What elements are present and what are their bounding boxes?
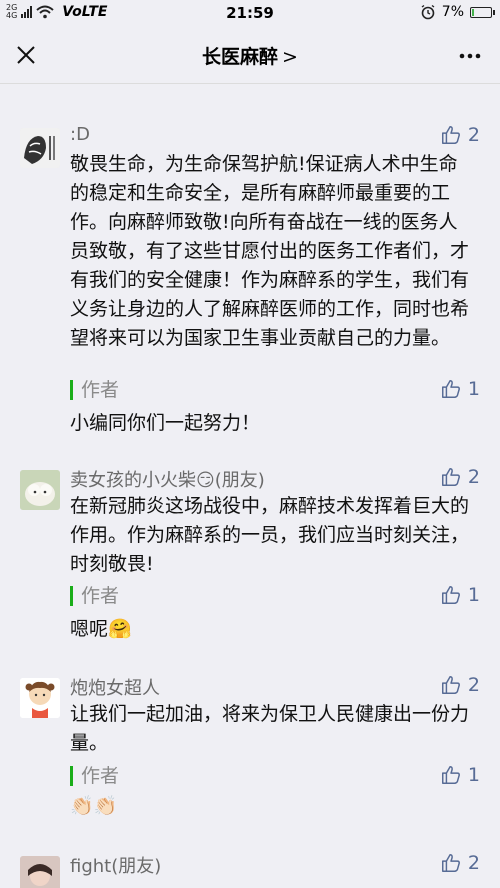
like-button[interactable]: 2 — [440, 674, 480, 696]
battery-icon — [470, 6, 495, 18]
like-button[interactable]: 2 — [440, 124, 480, 146]
author-reply-text: 👏🏻👏🏻 — [70, 795, 118, 817]
thumbs-up-icon — [441, 854, 460, 872]
battery-percent: 7% — [441, 4, 464, 20]
thumbs-up-icon — [441, 676, 460, 694]
comment-nickname[interactable]: 卖女孩的小火柴😏(朋友) — [70, 466, 265, 492]
thumbs-up-icon — [441, 380, 460, 398]
thumbs-up-icon — [441, 126, 460, 144]
author-reply-label: 作者 — [70, 380, 119, 400]
status-bar: 2G 4G VoLTE 21:59 7% — [0, 0, 500, 26]
reply-like-count: 1 — [467, 584, 480, 606]
battery-fill — [472, 8, 474, 16]
like-count: 2 — [467, 124, 480, 146]
like-count: 2 — [467, 674, 480, 696]
thumbs-up-icon — [441, 468, 460, 486]
nav-bar: 长医麻醉 > — [0, 26, 500, 84]
comment-nickname[interactable]: :D — [70, 124, 90, 145]
like-count: 2 — [467, 466, 480, 488]
like-button[interactable]: 2 — [440, 852, 480, 874]
comment-text: 敬畏生命，为生命保驾护航!保证病人术中生命的稳定和生命安全，是所有麻醉师最重要的… — [70, 153, 470, 349]
reply-like-count: 1 — [467, 764, 480, 786]
author-reply-text: 小编同你们一起努力！ — [70, 412, 261, 434]
author-reply-text: 嗯呢🤗 — [70, 618, 132, 640]
reply-like-button[interactable]: 1 — [440, 378, 480, 400]
author-reply-label: 作者 — [70, 766, 119, 786]
like-count: 2 — [467, 852, 480, 874]
avatar[interactable] — [20, 470, 60, 510]
reply-like-count: 1 — [467, 378, 480, 400]
reply-like-button[interactable]: 1 — [440, 764, 480, 786]
comment-text: 在新冠肺炎这场战役中，麻醉技术发挥着巨大的作用。作为麻醉系的一员，我们应当时刻关… — [70, 495, 470, 575]
like-button[interactable]: 2 — [440, 466, 480, 488]
avatar[interactable] — [20, 128, 60, 168]
avatar[interactable] — [20, 678, 60, 718]
page-title[interactable]: 长医麻醉 > — [0, 42, 500, 69]
status-right: 7% — [420, 4, 495, 20]
thumbs-up-icon — [441, 766, 460, 784]
comment-nickname[interactable]: 炮炮女超人 — [70, 674, 160, 700]
avatar-image — [20, 856, 60, 888]
avatar-image — [20, 678, 60, 718]
author-reply-label: 作者 — [70, 586, 119, 606]
reply-like-button[interactable]: 1 — [440, 584, 480, 606]
chevron-right-icon: > — [282, 46, 298, 68]
alarm-icon — [421, 4, 435, 20]
comment-nickname[interactable]: fight(朋友) — [70, 852, 161, 878]
avatar-image — [20, 128, 60, 168]
comment-text: 让我们一起加油，将来为保卫人民健康出一份力量。 — [70, 703, 470, 754]
page-title-text: 长医麻醉 — [202, 46, 279, 68]
more-icon[interactable] — [458, 44, 482, 68]
avatar-image — [20, 470, 60, 510]
thumbs-up-icon — [441, 586, 460, 604]
avatar[interactable] — [20, 856, 60, 888]
comment-list: :D 2 敬畏生命，为生命保驾护航!保证病人术中生命的稳定和生命安全，是所有麻醉… — [0, 84, 500, 888]
